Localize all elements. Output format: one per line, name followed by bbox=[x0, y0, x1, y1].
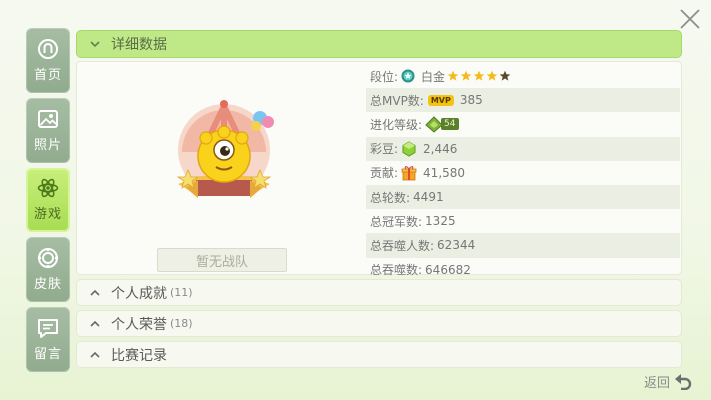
rounds-value: 4491 bbox=[413, 190, 444, 205]
star-icon bbox=[473, 70, 485, 81]
atom-icon bbox=[37, 179, 59, 198]
message-icon bbox=[38, 319, 58, 339]
stat-label: 总冠军数: bbox=[370, 214, 423, 229]
section-label: 个人成就 bbox=[111, 285, 167, 302]
stat-rank: 段位: 白金 bbox=[366, 64, 680, 88]
sidebar-item-label: 照片 bbox=[33, 137, 62, 153]
bean-icon bbox=[401, 141, 417, 157]
sidebar-item-home[interactable]: 首页 bbox=[26, 28, 70, 93]
sidebar-item-label: 留言 bbox=[33, 347, 62, 363]
detail-section-title: 详细数据 bbox=[111, 37, 167, 53]
back-button[interactable]: 返回 bbox=[644, 370, 693, 392]
championships-value: 1325 bbox=[425, 214, 456, 229]
evolution-level: 54 bbox=[441, 118, 459, 131]
stat-label: 总MVP数: bbox=[370, 93, 424, 108]
rank-stars bbox=[447, 70, 511, 82]
stat-label: 总吞噬数: bbox=[370, 263, 423, 278]
section-achievements[interactable]: 个人成就 (11) bbox=[76, 279, 682, 306]
chevron-up-icon bbox=[90, 351, 100, 358]
contribution-value: 41,580 bbox=[423, 165, 466, 180]
star-icon bbox=[447, 70, 459, 81]
sidebar-item-label: 首页 bbox=[33, 67, 62, 83]
main-panel: 详细数据 暂无战队 段位: 白金 总MVP数: MVP 385 进化等级: 54… bbox=[76, 30, 682, 372]
detail-section-header[interactable]: 详细数据 bbox=[76, 30, 682, 58]
detail-panel: 暂无战队 段位: 白金 总MVP数: MVP 385 进化等级: 54 彩豆: … bbox=[76, 61, 682, 277]
rank-value: 白金 bbox=[421, 69, 446, 84]
chevron-down-icon bbox=[90, 41, 100, 48]
stat-rounds: 总轮数: 4491 bbox=[366, 184, 680, 210]
avatar bbox=[176, 100, 274, 198]
sidebar-item-photos[interactable]: 照片 bbox=[26, 97, 70, 163]
section-match-records[interactable]: 比赛记录 bbox=[76, 341, 682, 368]
stats-list: 段位: 白金 总MVP数: MVP 385 进化等级: 54 彩豆: 2,446… bbox=[366, 64, 680, 282]
stat-contribution: 贡献: 41,580 bbox=[366, 161, 680, 185]
star-icon bbox=[460, 70, 472, 81]
stat-label: 段位: bbox=[370, 69, 399, 84]
stat-label: 进化等级: bbox=[370, 117, 423, 132]
section-label: 比赛记录 bbox=[111, 347, 167, 364]
sidebar-item-label: 游戏 bbox=[33, 207, 62, 223]
chevron-up-icon bbox=[90, 289, 100, 296]
star-icon bbox=[486, 70, 498, 81]
devoured-players-value: 62344 bbox=[437, 238, 476, 253]
sidebar-item-label: 皮肤 bbox=[33, 277, 62, 293]
stat-label: 彩豆: bbox=[370, 142, 399, 157]
section-count: (18) bbox=[170, 317, 193, 330]
sidebar-item-games[interactable]: 游戏 bbox=[26, 167, 70, 233]
section-honors[interactable]: 个人荣誉 (18) bbox=[76, 310, 682, 337]
chevron-up-icon bbox=[90, 320, 100, 327]
stat-devoured: 总吞噬数: 646682 bbox=[366, 258, 680, 282]
stat-championships: 总冠军数: 1325 bbox=[366, 209, 680, 233]
stat-label: 贡献: bbox=[370, 166, 399, 181]
stat-devoured-players: 总吞噬人数: 62344 bbox=[366, 233, 680, 258]
stat-evolution: 进化等级: 54 bbox=[366, 112, 680, 136]
close-icon bbox=[680, 9, 700, 29]
avatar-area: 暂无战队 bbox=[77, 62, 367, 276]
home-icon bbox=[38, 38, 58, 59]
section-label: 个人荣誉 bbox=[111, 316, 167, 333]
stat-label: 总轮数: bbox=[370, 190, 411, 205]
beans-value: 2,446 bbox=[423, 141, 458, 156]
sidebar-item-messages[interactable]: 留言 bbox=[26, 307, 70, 372]
team-box: 暂无战队 bbox=[157, 248, 287, 272]
section-count: (11) bbox=[170, 286, 193, 299]
back-label: 返回 bbox=[643, 375, 670, 391]
stat-beans: 彩豆: 2,446 bbox=[366, 136, 680, 161]
mvp-value: 385 bbox=[459, 93, 483, 108]
devoured-value: 646682 bbox=[425, 262, 471, 277]
star-icon bbox=[499, 70, 511, 81]
team-name: 暂无战队 bbox=[195, 254, 248, 270]
stat-mvp: 总MVP数: MVP 385 bbox=[366, 88, 680, 113]
rank-badge-icon bbox=[401, 69, 415, 83]
photo-icon bbox=[38, 109, 58, 128]
sidebar-item-skins[interactable]: 皮肤 bbox=[26, 237, 70, 303]
close-button[interactable] bbox=[677, 6, 703, 32]
back-arrow-icon bbox=[675, 374, 692, 390]
sidebar: 首页 照片 游戏 皮肤 留言 bbox=[26, 28, 70, 372]
evolution-icon: 54 bbox=[424, 115, 459, 134]
skin-icon bbox=[37, 248, 59, 269]
mvp-badge: MVP bbox=[427, 94, 454, 106]
gift-icon bbox=[401, 165, 417, 181]
stat-label: 总吞噬人数: bbox=[370, 238, 435, 253]
